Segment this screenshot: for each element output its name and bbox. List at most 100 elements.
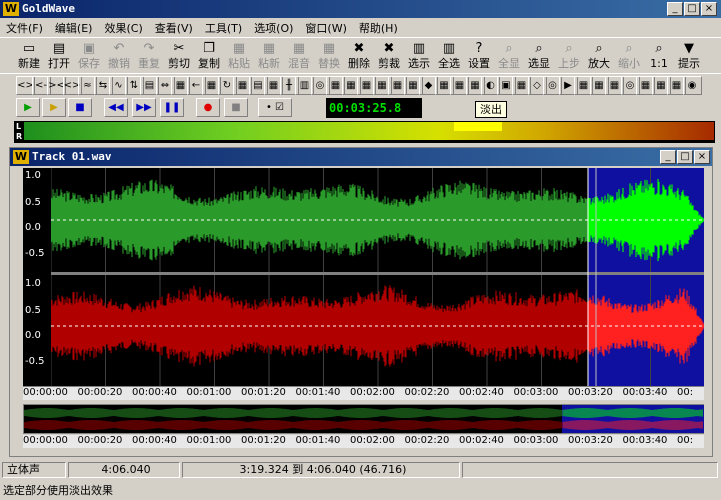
menu-item[interactable]: 查看(V) [149, 18, 199, 38]
minimize-button[interactable]: _ [667, 2, 683, 16]
menu-item[interactable]: 工具(T) [199, 18, 248, 38]
zoom-1to1-button[interactable]: ⌕ 1:1 [644, 40, 674, 72]
toolbar-label: 重复 [138, 57, 160, 70]
redo-button[interactable]: ↷ 重复 [134, 40, 164, 72]
overview-waveform[interactable] [23, 404, 705, 434]
ruler-tick: 00:02:20 [404, 435, 450, 446]
zoom-selection-button[interactable]: ⌕ 选显 [524, 40, 554, 72]
record-stop-button[interactable]: ■ [224, 98, 248, 117]
y-tick: 0.5 [25, 197, 41, 208]
track-close-button[interactable]: × [694, 150, 710, 164]
ruler-tick: 00:02:40 [459, 387, 504, 398]
ruler-tick: 00:02:40 [459, 435, 504, 446]
toolbar-label: 放大 [588, 57, 610, 70]
toolbar-label: 缩小 [618, 57, 640, 70]
track-window[interactable]: W Track 01.wav _ □ × 1.0 0.5 0.0 -0.5 1.… [9, 147, 713, 457]
ruler-tick: 00:03:40 [622, 435, 668, 446]
play-selection-button[interactable]: ▶ [42, 98, 66, 117]
previous-button[interactable]: ⌕ 上步 [554, 40, 584, 72]
track-scrollbar[interactable] [704, 168, 712, 456]
menu-item[interactable]: 编辑(E) [49, 18, 99, 38]
settings-button[interactable]: ? 设置 [464, 40, 494, 72]
redo-icon: ↷ [143, 41, 155, 56]
zoom-out-button[interactable]: ⌕ 缩小 [614, 40, 644, 72]
replace-button[interactable]: ▦ 替换 [314, 40, 344, 72]
hint-icon: ▼ [684, 41, 694, 56]
delete-button[interactable]: ✖ 删除 [344, 40, 374, 72]
trim-button[interactable]: ✖ 剪裁 [374, 40, 404, 72]
menu-item[interactable]: 效果(C) [98, 18, 148, 38]
overview-canvas[interactable] [23, 405, 704, 433]
menu-item[interactable]: 文件(F) [0, 18, 49, 38]
toolbar-label: 保存 [78, 57, 100, 70]
y-tick: 0.0 [25, 222, 41, 233]
fast-forward-button[interactable]: ▶▶ [132, 98, 156, 117]
pause-button[interactable]: ❚❚ [160, 98, 184, 117]
toolbar-label: 全选 [438, 57, 460, 70]
close-button[interactable]: × [701, 2, 717, 16]
waveform-canvas[interactable] [51, 168, 705, 386]
stop-button[interactable]: ■ [68, 98, 92, 117]
level-fill [24, 122, 714, 140]
track-logo-icon: W [13, 150, 29, 164]
toolbar-label: 全显 [498, 57, 520, 70]
waveform-area[interactable]: 1.0 0.5 0.0 -0.5 1.0 0.5 0.0 -0.5 [23, 168, 705, 386]
status-channel-mode: 立体声 [2, 462, 66, 478]
select-view-button[interactable]: ▥ 选示 [404, 40, 434, 72]
toolbar-label: 粘新 [258, 57, 280, 70]
ruler-tick: 00:00:20 [77, 387, 123, 398]
paste-button[interactable]: ▦ 粘贴 [224, 40, 254, 72]
track-titlebar[interactable]: W Track 01.wav _ □ × [10, 148, 712, 166]
record-options-checkboxes[interactable]: • ☑ [258, 98, 292, 117]
paste-new-button[interactable]: ▦ 粘新 [254, 40, 284, 72]
record-button[interactable]: ● [196, 98, 220, 117]
ruler-tick: 00:00:40 [132, 435, 177, 446]
copy-button[interactable]: ❐ 复制 [194, 40, 224, 72]
play-button[interactable]: ▶ [16, 98, 40, 117]
rewind-button[interactable]: ◀◀ [104, 98, 128, 117]
previous-icon: ⌕ [565, 41, 573, 56]
status-selection-range: 3:19.324 到 4:06.040 (46.716) [182, 462, 460, 478]
toolbar-label: 选示 [408, 57, 430, 70]
track-maximize-button[interactable]: □ [677, 150, 693, 164]
show-all-icon: ⌕ [505, 41, 513, 56]
time-ruler[interactable]: 00:00:00 00:00:20 00:00:40 00:01:00 00:01:20… [23, 386, 705, 400]
track-minimize-button[interactable]: _ [660, 150, 676, 164]
maximize-button[interactable]: □ [684, 2, 700, 16]
app-title: GoldWave [22, 2, 75, 15]
main-toolbar: ▭ 新建 ▤ 打开 ▣ 保存 ↶ 撤销 ↷ 重复 ✂ 剪切 ❐ 复制 ▦ 粘贴 ▦ 粘新 ▦ 混音 ▦ 替换 ✖ 删除 ✖ 剪裁 ▥… [0, 37, 721, 73]
save-button[interactable]: ▣ 保存 [74, 40, 104, 72]
undo-button[interactable]: ↶ 撤销 [104, 40, 134, 72]
hint-button[interactable]: ▼ 提示 [674, 40, 704, 72]
settings-icon: ? [475, 41, 483, 56]
y-tick: 1.0 [25, 278, 41, 289]
mix-button[interactable]: ▦ 混音 [284, 40, 314, 72]
effect-tool-button[interactable]: ◉ [682, 76, 702, 95]
ruler-tick: 00:03:00 [513, 435, 559, 446]
open-button[interactable]: ▤ 打开 [44, 40, 74, 72]
app-titlebar[interactable]: W GoldWave _ □ × [0, 0, 721, 18]
cut-icon: ✂ [173, 41, 185, 56]
ruler-tick: 00: [677, 387, 694, 398]
menu-item[interactable]: 帮助(H) [353, 18, 404, 38]
toolbar-label: 新建 [18, 57, 40, 70]
menu-item[interactable]: 窗口(W) [299, 18, 352, 38]
menu-item[interactable]: 选项(O) [248, 18, 299, 38]
toolbar-label: 设置 [468, 57, 490, 70]
cut-button[interactable]: ✂ 剪切 [164, 40, 194, 72]
zoom-1to1-icon: ⌕ [655, 41, 663, 56]
toolbar-label: 复制 [198, 57, 220, 70]
zoom-selection-icon: ⌕ [535, 41, 543, 56]
channel-separator [51, 272, 705, 275]
status-length: 4:06.040 [68, 462, 180, 478]
effects-toolbar: <> <- >< <> ≈ ⇆ ∿ ⇅ ▤ ⇔ ▦ ← ▦ ↻ ▦ ▤ ▦ ╫ ▥ ◎ ▦ ▦ ▦ ▦ ▦ ▦ ◆ ▦ ▦ ▦ ◐ ▣ ▦ ◇ ◎ ▶… [0, 73, 721, 97]
overview-time-ruler[interactable]: 00:00:00 00:00:20 00:00:40 00:01:00 00:01:20… [23, 435, 705, 448]
zoom-in-button[interactable]: ⌕ 放大 [584, 40, 614, 72]
select-all-button[interactable]: ▥ 全选 [434, 40, 464, 72]
ruler-tick: 00:00:20 [77, 435, 123, 446]
trim-icon: ✖ [383, 41, 395, 56]
new-button[interactable]: ▭ 新建 [14, 40, 44, 72]
show-all-button[interactable]: ⌕ 全显 [494, 40, 524, 72]
toolbar-label: 打开 [48, 57, 70, 70]
ruler-tick: 00:03:20 [568, 387, 613, 398]
